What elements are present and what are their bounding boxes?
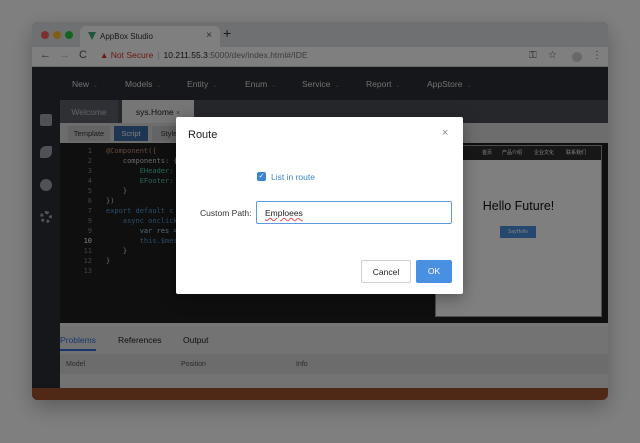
list-in-route-checkbox[interactable]: ✓ (257, 172, 266, 181)
custom-path-label: Custom Path: (200, 208, 252, 218)
custom-path-input[interactable]: Emploees (256, 201, 452, 224)
route-dialog: Route × ✓ List in route Custom Path: Emp… (176, 117, 463, 294)
close-icon[interactable]: × (442, 127, 448, 139)
list-in-route-label[interactable]: List in route (271, 172, 315, 182)
dialog-title: Route (188, 129, 218, 141)
cancel-button[interactable]: Cancel (361, 260, 411, 283)
ok-button[interactable]: OK (416, 260, 452, 283)
